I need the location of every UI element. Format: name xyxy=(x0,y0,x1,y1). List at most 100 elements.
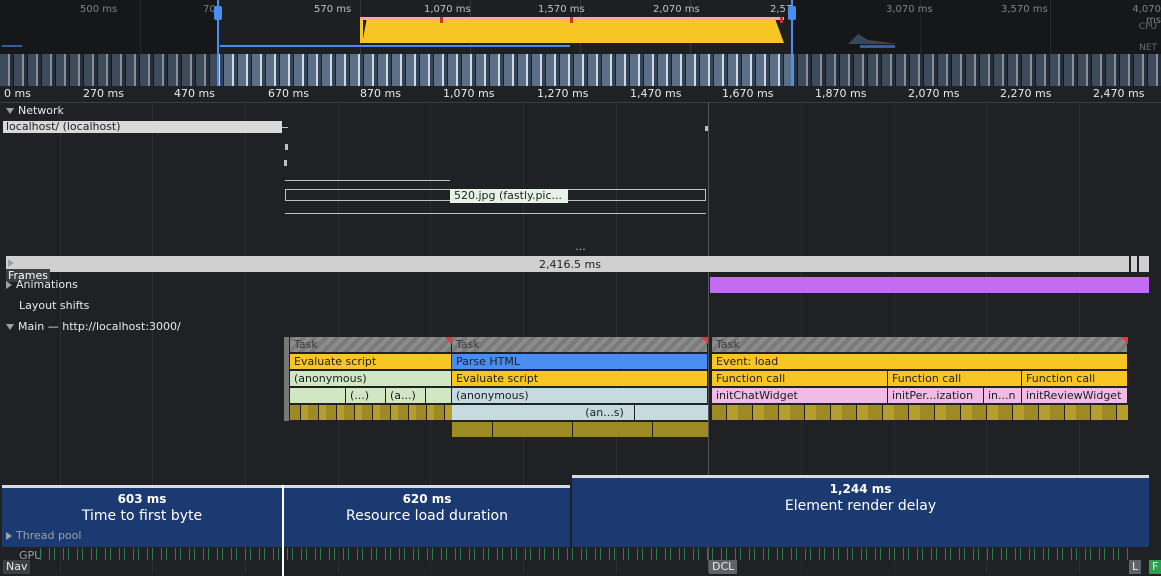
animations-track-header[interactable]: Animations xyxy=(6,278,78,291)
selection-left-grip-icon[interactable] xyxy=(214,6,222,20)
thread-pool-track-header[interactable]: Thread pool xyxy=(6,529,81,542)
ruler-tick: 0 ms xyxy=(4,87,31,100)
lcp-phase-render-delay[interactable]: 1,244 ms Element render delay xyxy=(572,475,1149,547)
cpu-marker xyxy=(440,17,443,23)
cpu-marker xyxy=(780,17,783,23)
network-request-document[interactable]: localhost/ (localhost) xyxy=(3,121,282,133)
nested-call-events[interactable] xyxy=(290,405,452,420)
ruler-tick: 1,870 ms xyxy=(815,87,867,100)
gpu-activity[interactable] xyxy=(40,548,1130,560)
ruler-tick: 2,270 ms xyxy=(1000,87,1052,100)
small-events[interactable] xyxy=(284,337,289,421)
layout-shifts-track-header[interactable]: Layout shifts xyxy=(19,299,89,312)
network-request[interactable] xyxy=(705,126,708,131)
more-handle: ... xyxy=(575,240,586,253)
task-event[interactable]: Task xyxy=(290,337,452,352)
nav-marker[interactable]: Nav xyxy=(3,560,31,574)
track-resize-handle[interactable]: ... xyxy=(0,240,1161,254)
anonymous-call-event[interactable]: (an...s) xyxy=(575,405,635,420)
main-track-header[interactable]: Main — http://localhost:3000/ xyxy=(6,320,181,333)
time-ruler: 0 ms 270 ms 470 ms 670 ms 870 ms 1,070 m… xyxy=(0,86,1161,103)
init-event[interactable]: in...n xyxy=(984,388,1022,403)
overview-tick: 2,070 ms xyxy=(653,4,700,15)
ruler-tick: 1,670 ms xyxy=(722,87,774,100)
anonymous-call-event[interactable]: (a...) xyxy=(386,388,426,403)
lcp-phase-resource-load[interactable]: 620 ms Resource load duration xyxy=(284,485,570,547)
ruler-tick: 1,470 ms xyxy=(630,87,682,100)
call-event[interactable] xyxy=(426,388,452,403)
function-call-event[interactable]: Function call xyxy=(712,371,888,386)
init-chat-widget-event[interactable]: initChatWidget xyxy=(712,388,888,403)
ruler-tick: 870 ms xyxy=(360,87,401,100)
load-marker[interactable]: L xyxy=(1129,560,1142,574)
network-track-header[interactable]: Network xyxy=(6,104,64,117)
network-track-title: Network xyxy=(18,104,64,117)
frames-duration: 2,416.5 ms xyxy=(539,258,601,271)
ruler-tick: 1,270 ms xyxy=(537,87,589,100)
nested-call-events[interactable] xyxy=(452,422,708,437)
animations-track-title: Animations xyxy=(16,278,78,291)
nested-call-events[interactable] xyxy=(712,405,1128,420)
init-review-widget-event[interactable]: initReviewWidget xyxy=(1022,388,1128,403)
anonymous-call-event[interactable]: (...) xyxy=(346,388,386,403)
phase-duration: 603 ms xyxy=(117,492,167,506)
evaluate-script-event[interactable]: Evaluate script xyxy=(290,354,452,369)
task-event[interactable]: Task xyxy=(452,337,708,352)
network-request-image-label: 520.jpg (fastly.pic... xyxy=(450,189,568,203)
phase-name: Element render delay xyxy=(784,498,937,514)
ruler-tick: 270 ms xyxy=(83,87,124,100)
network-request-whisker xyxy=(282,127,288,128)
overview-tick: 1,070 ms xyxy=(424,4,471,15)
init-personalization-event[interactable]: initPer...ization xyxy=(888,388,984,403)
main-track-title: Main — http://localhost:3000/ xyxy=(18,320,181,333)
overview-tick: 1,570 ms xyxy=(538,4,585,15)
frame-divider xyxy=(1137,256,1139,272)
cpu-activity xyxy=(360,17,363,43)
phase-duration: 620 ms xyxy=(402,492,452,506)
phase-name: Resource load duration xyxy=(346,508,508,524)
phase-divider xyxy=(282,485,284,576)
overview-outside-selection xyxy=(792,0,1161,86)
call-event[interactable] xyxy=(290,388,346,403)
expand-arrow-icon[interactable] xyxy=(8,259,14,267)
ruler-tick: 2,070 ms xyxy=(908,87,960,100)
network-request[interactable] xyxy=(285,213,706,214)
dcl-marker[interactable]: DCL xyxy=(709,560,738,574)
frame-divider xyxy=(1129,256,1131,272)
ruler-tick: 2,470 ms xyxy=(1093,87,1145,100)
network-request-label: localhost/ (localhost) xyxy=(6,120,121,133)
ruler-tick: 1,070 ms xyxy=(443,87,495,100)
phase-duration: 1,244 ms xyxy=(829,482,892,496)
expand-arrow-icon[interactable] xyxy=(6,324,14,330)
function-call-event[interactable]: Function call xyxy=(888,371,1022,386)
cpu-marker xyxy=(570,17,573,23)
expand-arrow-icon[interactable] xyxy=(6,281,12,289)
anonymous-function-event[interactable]: (anonymous) xyxy=(290,371,452,386)
network-request[interactable] xyxy=(285,180,450,181)
anonymous-function-event[interactable]: (anonymous) xyxy=(452,388,708,403)
thread-pool-track-title: Thread pool xyxy=(16,529,82,542)
network-request[interactable] xyxy=(285,144,288,150)
overview-tick: 570 ms xyxy=(314,4,352,15)
ruler-tick: 670 ms xyxy=(268,87,309,100)
overview-outside-selection xyxy=(0,0,218,86)
frames-track-header[interactable]: Frames xyxy=(6,256,60,282)
long-task-flag-icon xyxy=(445,337,452,344)
expand-arrow-icon[interactable] xyxy=(6,108,14,114)
event-load[interactable]: Event: load xyxy=(712,354,1128,369)
animation-bar[interactable] xyxy=(710,277,1149,293)
evaluate-script-event[interactable]: Evaluate script xyxy=(452,371,708,386)
ruler-tick: 470 ms xyxy=(174,87,215,100)
task-event[interactable]: Task xyxy=(712,337,1128,352)
cpu-activity-chart xyxy=(362,20,784,43)
network-request[interactable] xyxy=(284,160,287,166)
timeline-overview[interactable]: 500 ms 70 570 ms 1,070 ms 1,570 ms 2,070… xyxy=(0,0,1161,86)
first-paint-marker[interactable]: F xyxy=(1149,560,1161,574)
long-task-flag-icon xyxy=(1121,337,1128,344)
net-activity xyxy=(220,45,570,47)
phase-name: Time to first byte xyxy=(81,508,203,524)
function-call-event[interactable]: Function call xyxy=(1022,371,1128,386)
parse-html-event[interactable]: Parse HTML xyxy=(452,354,708,369)
selection-right-grip-icon[interactable] xyxy=(788,6,796,20)
expand-arrow-icon[interactable] xyxy=(6,532,12,540)
